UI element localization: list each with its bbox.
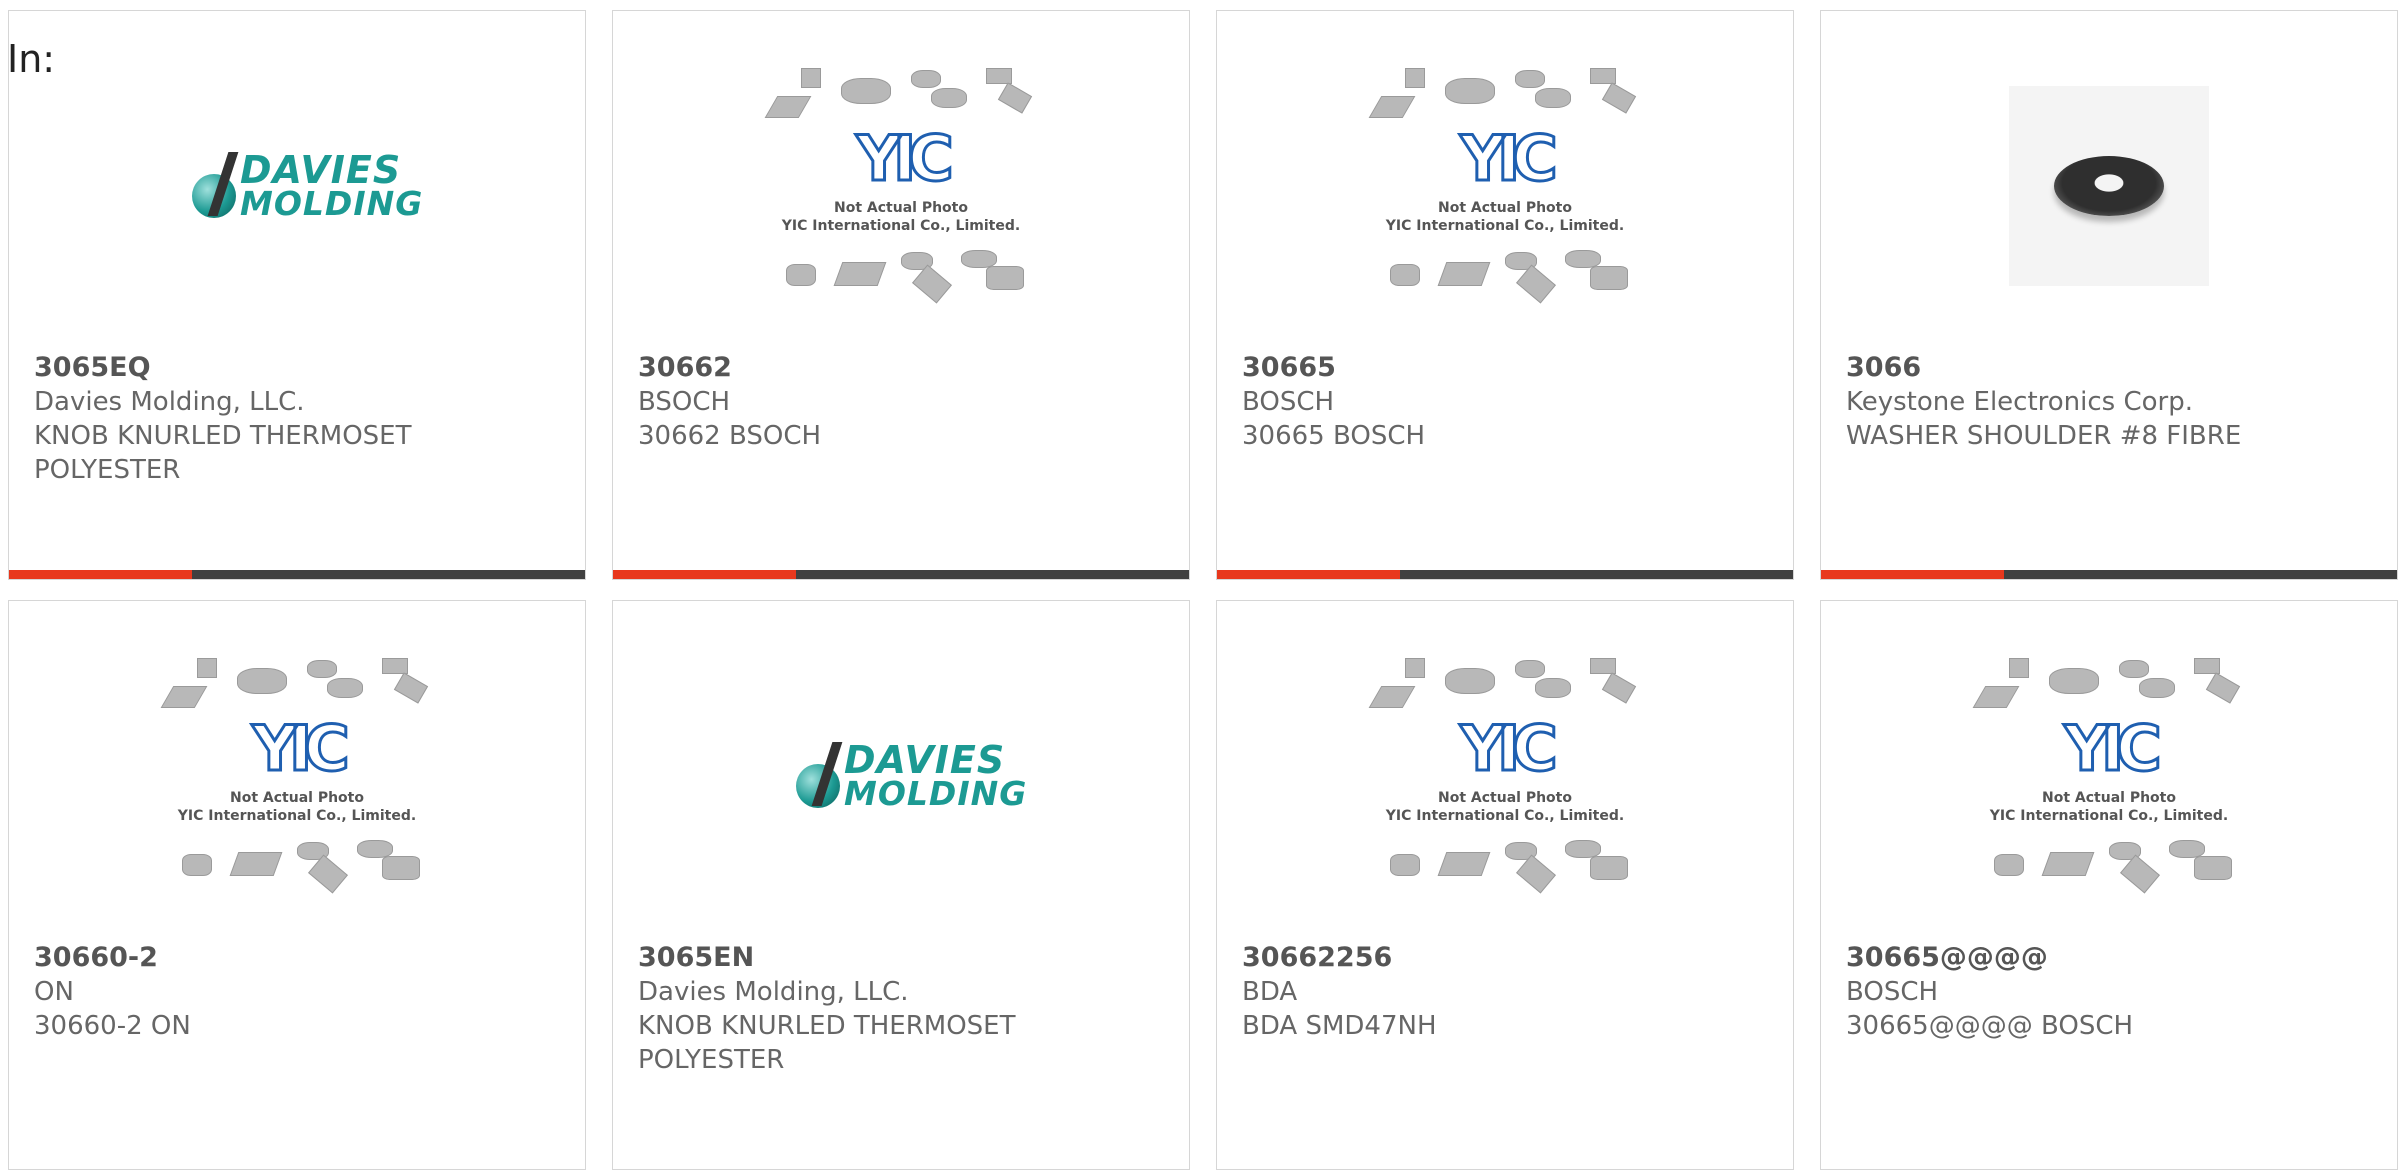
product-image[interactable]: DAVIES MOLDING: [613, 651, 1189, 901]
part-number[interactable]: 30665: [1242, 351, 1773, 385]
manufacturer: Keystone Electronics Corp.: [1846, 387, 2194, 417]
description: KNOB KNURLED THERMOSET: [638, 1011, 1016, 1041]
card-bottom-bar: [1217, 570, 1793, 579]
description-continued: POLYESTER: [34, 455, 181, 485]
card-bottom-bar: [9, 570, 585, 579]
part-number[interactable]: 30662: [638, 351, 1169, 385]
description: 30665@@@@ BOSCH: [1846, 1011, 2134, 1041]
yic-placeholder-image: YIC Not Actual Photo YIC International C…: [1368, 66, 1640, 306]
manufacturer: ON: [34, 977, 74, 1007]
manufacturer: Davies Molding, LLC.: [638, 977, 909, 1007]
description-continued: POLYESTER: [638, 1045, 785, 1075]
description: 30660-2 ON: [34, 1011, 191, 1041]
description: 30662 BSOCH: [638, 421, 822, 451]
manufacturer: BSOCH: [638, 387, 731, 417]
card-bottom-bar: [613, 570, 1189, 579]
manufacturer: Davies Molding, LLC.: [34, 387, 305, 417]
part-number[interactable]: 30665@@@@: [1846, 941, 2377, 975]
product-grid: DAVIES MOLDING 3065EQ Davies Molding, LL…: [0, 0, 2400, 1170]
part-number[interactable]: 3065EQ: [34, 351, 565, 385]
product-image[interactable]: YIC Not Actual Photo YIC International C…: [9, 651, 585, 901]
product-card[interactable]: YIC Not Actual Photo YIC International C…: [8, 600, 586, 1170]
part-number[interactable]: 30660-2: [34, 941, 565, 975]
product-card[interactable]: YIC Not Actual Photo YIC International C…: [1216, 600, 1794, 1170]
part-number[interactable]: 30662256: [1242, 941, 1773, 975]
description: 30665 BOSCH: [1242, 421, 1426, 451]
manufacturer: BOSCH: [1242, 387, 1335, 417]
part-number[interactable]: 3065EN: [638, 941, 1169, 975]
product-image[interactable]: YIC Not Actual Photo YIC International C…: [1217, 61, 1793, 311]
washer-photo: [2009, 86, 2209, 286]
prefix-label: In:: [7, 37, 56, 81]
manufacturer: BDA: [1242, 977, 1298, 1007]
product-card[interactable]: YIC Not Actual Photo YIC International C…: [1216, 10, 1794, 580]
product-image[interactable]: YIC Not Actual Photo YIC International C…: [613, 61, 1189, 311]
product-image[interactable]: DAVIES MOLDING: [9, 61, 585, 311]
product-card[interactable]: YIC Not Actual Photo YIC International C…: [1820, 600, 2398, 1170]
yic-placeholder-image: YIC Not Actual Photo YIC International C…: [764, 66, 1036, 306]
yic-placeholder-image: YIC Not Actual Photo YIC International C…: [1972, 656, 2244, 896]
yic-placeholder-image: YIC Not Actual Photo YIC International C…: [160, 656, 432, 896]
part-number[interactable]: 3066: [1846, 351, 2377, 385]
product-card[interactable]: 3066 Keystone Electronics Corp. WASHER S…: [1820, 10, 2398, 580]
description: BDA SMD47NH: [1242, 1011, 1437, 1041]
yic-placeholder-image: YIC Not Actual Photo YIC International C…: [1368, 656, 1640, 896]
card-bottom-bar: [1821, 570, 2397, 579]
product-image[interactable]: [1821, 61, 2397, 311]
description: WASHER SHOULDER #8 FIBRE: [1846, 421, 2242, 451]
product-card[interactable]: DAVIES MOLDING 3065EN Davies Molding, LL…: [612, 600, 1190, 1170]
product-image[interactable]: YIC Not Actual Photo YIC International C…: [1217, 651, 1793, 901]
description: KNOB KNURLED THERMOSET: [34, 421, 412, 451]
product-card[interactable]: DAVIES MOLDING 3065EQ Davies Molding, LL…: [8, 10, 586, 580]
manufacturer: BOSCH: [1846, 977, 1939, 1007]
product-image[interactable]: YIC Not Actual Photo YIC International C…: [1821, 651, 2397, 901]
product-card[interactable]: YIC Not Actual Photo YIC International C…: [612, 10, 1190, 580]
davies-molding-logo: DAVIES MOLDING: [192, 146, 422, 226]
davies-molding-logo: DAVIES MOLDING: [796, 736, 1026, 816]
